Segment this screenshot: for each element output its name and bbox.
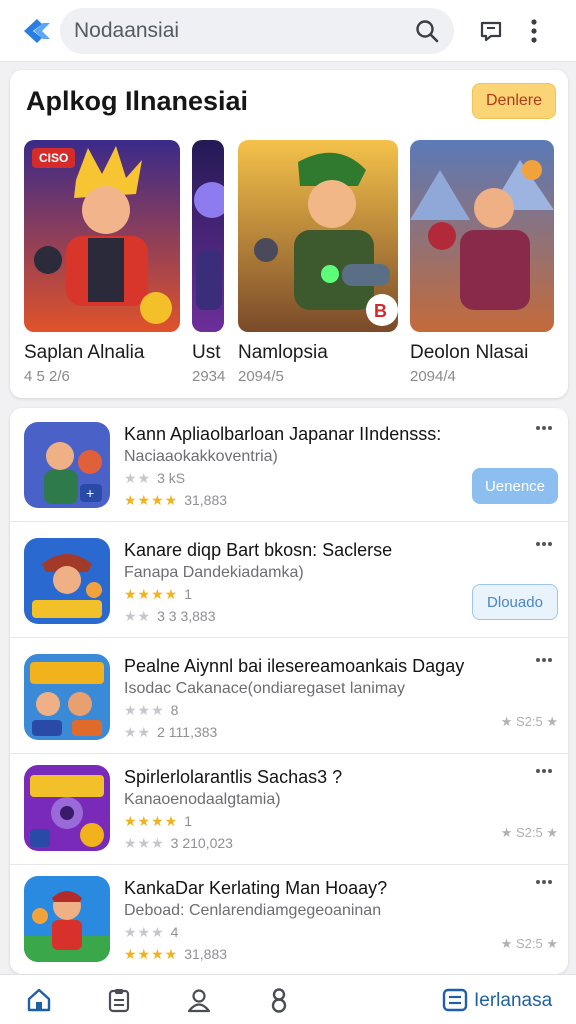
rating-stars: ★★★ [124,924,165,940]
app-icon: + [24,422,110,508]
list-item[interactable]: KankaDar Kerlating Man Hoaay? Deboad: Ce… [10,862,568,974]
search-bar[interactable]: Nodaansiai [60,7,454,54]
search-input[interactable]: Nodaansiai [74,19,414,43]
list-item[interactable]: Spirlerlolarantlis Sachas3 ? Kanaoenodaa… [10,751,568,865]
featured-action-button[interactable]: Denlere [472,83,556,119]
app-title: Pealne Aiynnl bai ilesereamoankais Dagay [124,656,465,676]
top-bar: Nodaansiai [0,0,576,62]
list-item[interactable]: + Kann Apliaolbarloan Japanar IIndensss:… [10,408,568,522]
section-title: Aplkog Ilnanesiai [26,86,249,116]
rating-stars: ★★★ [124,835,165,851]
bottom-navigation: Ierlanasa [0,974,576,1024]
app-logo-icon[interactable] [20,14,54,48]
app-rating-line: ★★★★ 1 [124,586,192,602]
person-icon[interactable] [184,985,214,1015]
featured-app-tile[interactable]: B [238,140,398,332]
app-title: Kanare diqp Bart bkosn: Saclerse [124,540,393,560]
tile-name: Ust [192,342,221,363]
clipboard-icon[interactable] [104,985,134,1015]
tile-subtitle: 2094/4 [410,368,456,385]
app-rating-line: ★★★ 8 [124,702,179,718]
app-title: Kann Apliaolbarloan Japanar IIndensss: [124,424,442,444]
app-rating-line: ★★ 3 kS [124,470,186,486]
more-options-icon[interactable] [532,872,556,892]
app-downloads-line: ★★★ 3 210,023 [124,835,233,851]
chat-icon[interactable] [476,16,506,46]
more-options-icon[interactable] [532,418,556,438]
tile-name: Saplan Alnalia [24,342,145,363]
app-icon [24,654,110,740]
svg-text:+: + [86,485,94,501]
rating-stars: ★★★★ [124,492,179,508]
tile-name: Namlopsia [238,342,328,363]
list-item[interactable]: Pealne Aiynnl bai ilesereamoankais Dagay… [10,640,568,754]
app-downloads-line: ★★★★ 31,883 [124,492,228,508]
tile-badge: CISO [32,148,76,168]
app-title: KankaDar Kerlating Man Hoaay? [124,878,388,898]
more-options-icon[interactable] [532,761,556,781]
app-subtitle: Deboad: Cenlarendiamgegeoaninan [124,902,382,919]
app-subtitle: Isodac Cakanace(ondiaregaset lanimay [124,680,406,697]
featured-app-tile[interactable] [410,140,554,332]
home-icon[interactable] [24,985,54,1015]
app-subtitle: Naciaaokakkoventria) [124,448,278,465]
tile-name: Deolon Nlasai [410,342,529,363]
more-options-icon[interactable] [532,650,556,670]
eight-icon[interactable] [264,985,294,1015]
rating-stars: ★★ [124,608,152,624]
app-rating-line: ★★★★ 1 [124,813,192,829]
app-action-button[interactable]: Dlouado [472,584,558,620]
list-item[interactable]: Kanare diqp Bart bkosn: Saclerse Fanapa … [10,524,568,638]
app-downloads-line: ★★ 3 3 3,883 [124,608,216,624]
app-downloads-line: ★★★★ 31,883 [124,946,228,962]
tile-subtitle: 2094/5 [238,368,284,385]
featured-app-tile[interactable]: CISO [24,140,180,332]
app-icon [24,538,110,624]
app-icon [24,765,110,851]
app-icon [24,876,110,962]
kebab-menu-icon[interactable] [524,16,544,46]
rating-stars: ★★★★ [124,946,179,962]
featured-app-tile[interactable] [192,140,224,332]
nav-label[interactable]: Ierlanasa [474,990,552,1012]
app-action-button[interactable]: Uenence [472,468,558,504]
app-list: + Kann Apliaolbarloan Japanar IIndensss:… [10,408,568,974]
more-options-icon[interactable] [532,534,556,554]
search-icon[interactable] [414,18,440,44]
app-side-rating: ★ S2:5 ★ [500,714,558,729]
rating-stars: ★★★ [124,702,165,718]
library-icon[interactable] [440,985,470,1015]
app-subtitle: Fanapa Dandekiadamka) [124,564,304,581]
svg-text:B: B [374,301,387,321]
app-rating-line: ★★★ 4 [124,924,179,940]
tile-subtitle: 4 5 2/6 [24,368,70,385]
rating-stars: ★★ [124,470,152,486]
app-title: Spirlerlolarantlis Sachas3 ? [124,767,343,787]
app-downloads-line: ★★ 2 111,383 [124,724,218,740]
tile-subtitle: 2934 [192,368,226,385]
featured-section: Aplkog Ilnanesiai Denlere CISO Saplan Al… [10,70,568,398]
rating-stars: ★★★★ [124,586,179,602]
rating-stars: ★★★★ [124,813,179,829]
rating-stars: ★★ [124,724,152,740]
app-subtitle: Kanaoenodaalgtamia) [124,791,281,808]
app-side-rating: ★ S2:5 ★ [500,936,558,951]
app-side-rating: ★ S2:5 ★ [500,825,558,840]
